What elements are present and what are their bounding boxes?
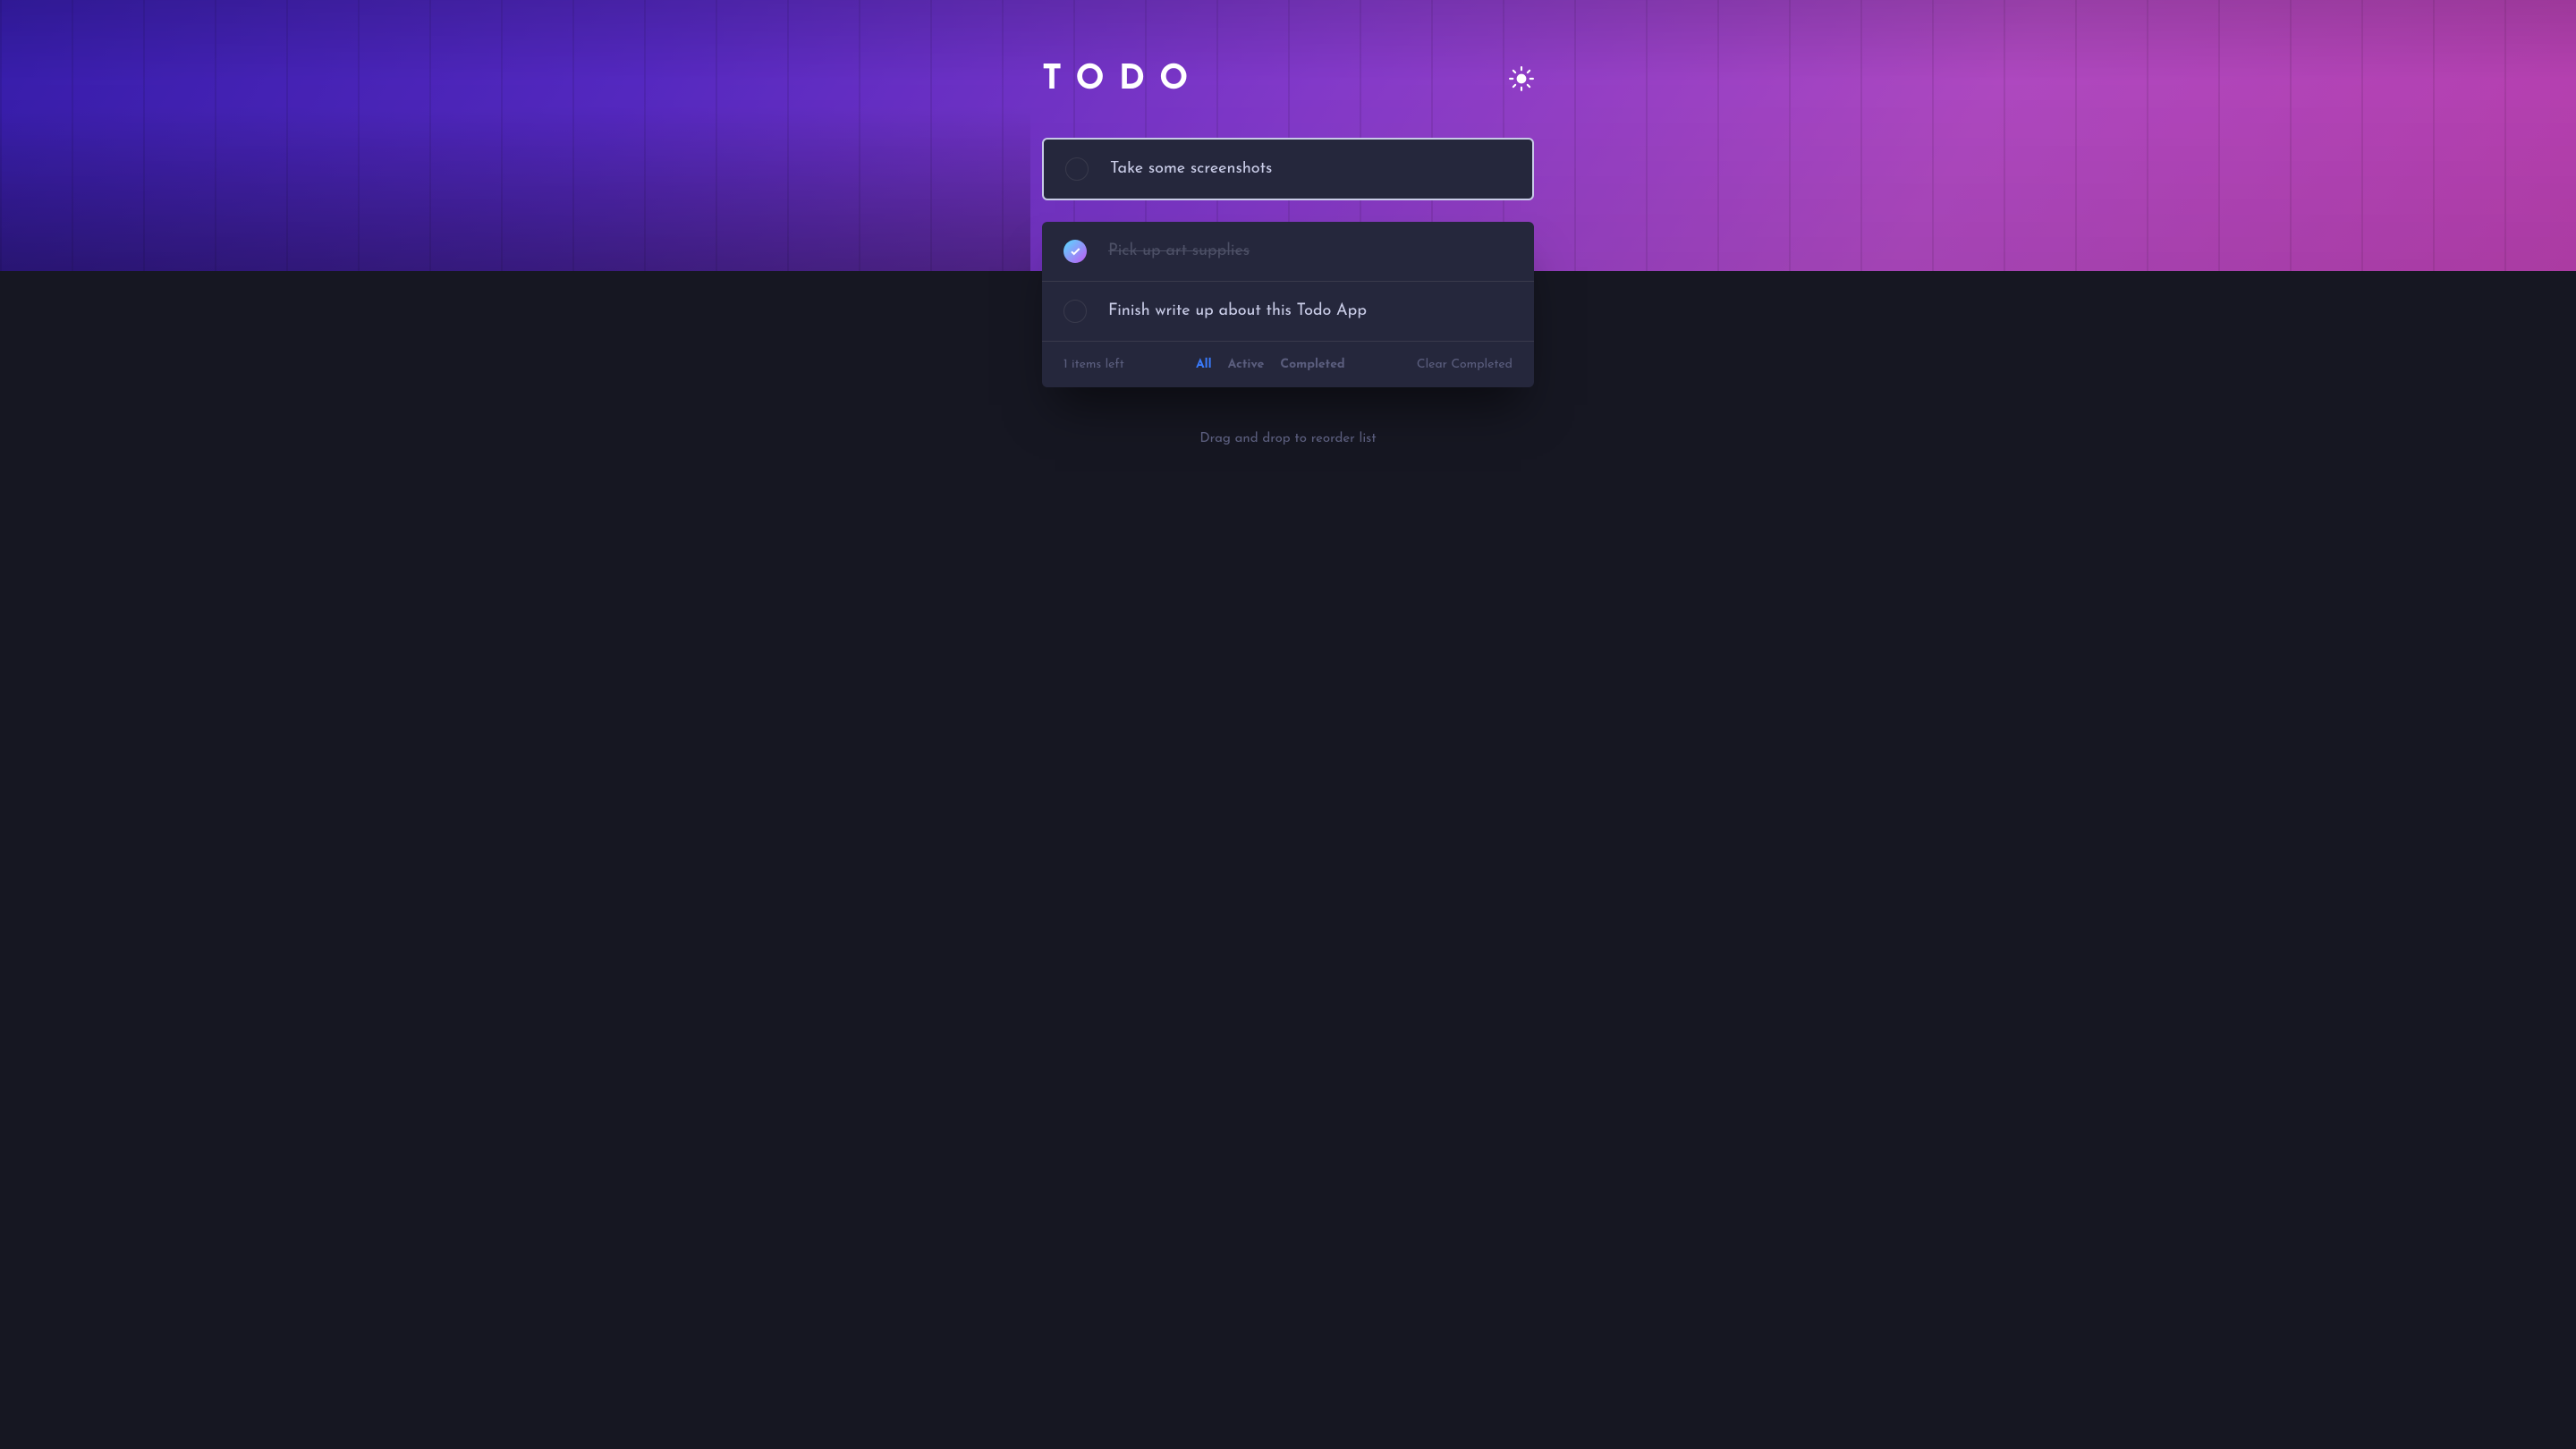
todo-checkbox[interactable]	[1063, 240, 1087, 263]
new-todo-checkbox[interactable]	[1065, 157, 1089, 181]
todo-text: Pick up art supplies	[1108, 243, 1250, 259]
todo-text: Finish write up about this Todo App	[1108, 303, 1367, 319]
new-todo-input[interactable]	[1110, 161, 1511, 177]
theme-toggle-button[interactable]	[1509, 66, 1534, 95]
todo-item[interactable]: Pick up art supplies	[1042, 222, 1534, 282]
todo-item[interactable]: Finish write up about this Todo App	[1042, 282, 1534, 342]
app-title: TODO	[1042, 63, 1202, 97]
list-footer: 1 items left All Active Completed Clear …	[1042, 342, 1534, 387]
filter-completed-button[interactable]: Completed	[1280, 358, 1344, 371]
filter-active-button[interactable]: Active	[1228, 358, 1265, 371]
header: TODO	[1042, 63, 1534, 97]
reorder-hint: Drag and drop to reorder list	[1042, 432, 1534, 445]
items-left-count: 1 items left	[1063, 358, 1124, 371]
filter-group: All Active Completed	[1196, 358, 1345, 371]
new-todo-input-card	[1042, 138, 1534, 200]
todo-list: Pick up art supplies Finish write up abo…	[1042, 222, 1534, 387]
clear-completed-button[interactable]: Clear Completed	[1417, 358, 1513, 371]
check-icon	[1071, 248, 1080, 256]
sun-icon	[1509, 66, 1534, 91]
filter-all-button[interactable]: All	[1196, 358, 1212, 371]
todo-checkbox[interactable]	[1063, 300, 1087, 323]
